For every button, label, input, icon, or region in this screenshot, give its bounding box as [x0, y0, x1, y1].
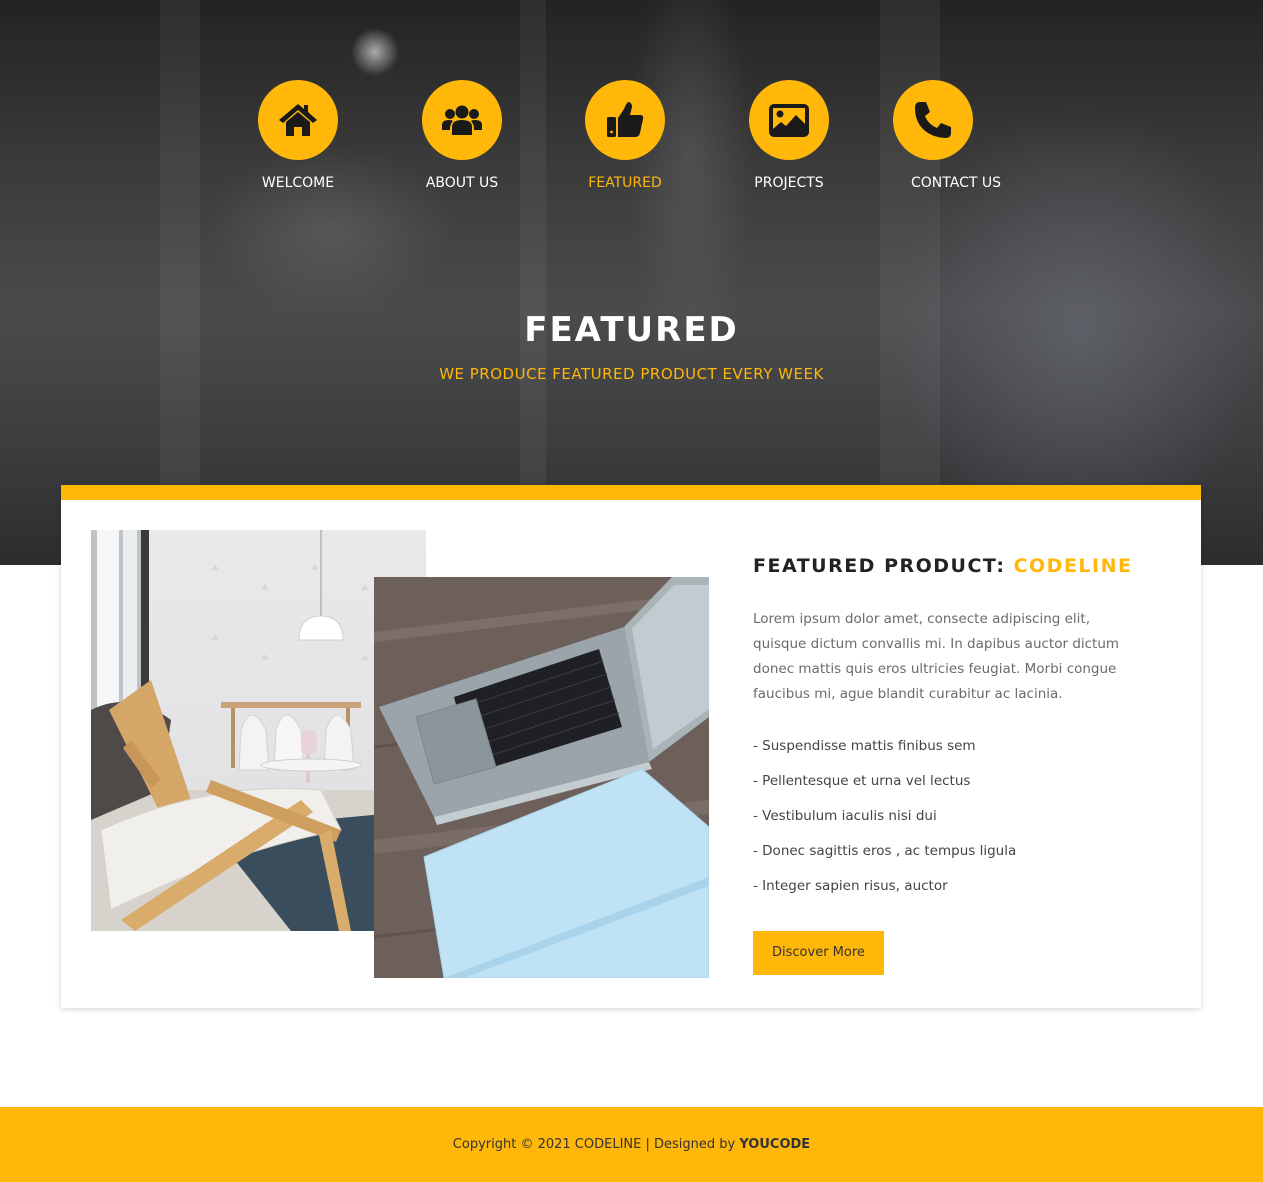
phone-icon [915, 102, 951, 138]
nav-item-projects[interactable]: PROJECTS [729, 80, 849, 191]
image-icon [769, 104, 809, 137]
feature-item: - Integer sapien risus, auctor [753, 878, 948, 894]
product-description: Lorem ipsum dolor amet, consecte adipisc… [753, 611, 1120, 702]
nav-item-contact-us[interactable]: CONTACT US [893, 80, 1016, 191]
nav-circle [258, 80, 338, 160]
footer: Copyright © 2021 CODELINE | Designed by … [0, 1107, 1263, 1182]
nav-label-welcome: WELCOME [261, 175, 335, 191]
hero-section: WELCOME ABOUT US FEATURED PROJECTS CONTA… [0, 0, 1263, 565]
product-title-brand: CODELINE [1013, 555, 1133, 577]
nav-item-welcome[interactable]: WELCOME [238, 80, 358, 191]
product-title-prefix: FEATURED PRODUCT: [753, 555, 1006, 577]
nav-label-contact-us: CONTACT US [911, 175, 1001, 191]
nav-circle [893, 80, 973, 160]
nav-item-about-us[interactable]: ABOUT US [402, 80, 522, 191]
feature-list: - Suspendisse mattis finibus sem - Pelle… [753, 729, 1173, 904]
nav-circle [749, 80, 829, 160]
feature-item: - Pellentesque et urna vel lectus [753, 773, 971, 789]
card-accent-bar [61, 485, 1201, 500]
product-title: FEATURED PRODUCT: CODELINE [753, 555, 1173, 577]
product-content: FEATURED PRODUCT: CODELINE Lorem ipsum d… [753, 555, 1173, 975]
footer-copyright: Copyright © 2021 CODELINE | Designed by [452, 1137, 736, 1152]
nav-label-featured: FEATURED [588, 175, 662, 191]
main-nav: WELCOME ABOUT US FEATURED PROJECTS CONTA… [0, 80, 1263, 200]
laptop-illustration [374, 577, 709, 978]
feature-item: - Donec sagittis eros , ac tempus ligula [753, 843, 1017, 859]
users-icon [442, 105, 482, 135]
featured-product-card: FEATURED PRODUCT: CODELINE Lorem ipsum d… [61, 485, 1201, 1008]
feature-item: - Vestibulum iaculis nisi dui [753, 808, 937, 824]
hero-title: FEATURED [524, 310, 739, 350]
thumbs-up-icon [607, 102, 644, 137]
nav-label-about-us: ABOUT US [425, 175, 499, 191]
hero-subtitle: WE PRODUCE FEATURED PRODUCT EVERY WEEK [439, 365, 824, 383]
nav-circle [422, 80, 502, 160]
feature-item: - Suspendisse mattis finibus sem [753, 738, 976, 754]
nav-item-featured[interactable]: FEATURED [565, 80, 685, 191]
discover-more-button[interactable]: Discover More [753, 931, 884, 975]
nav-circle [585, 80, 665, 160]
laptop-photo [374, 577, 709, 978]
footer-designer-link[interactable]: YOUCODE [739, 1137, 810, 1152]
home-icon [279, 104, 317, 136]
nav-label-projects: PROJECTS [754, 175, 824, 191]
